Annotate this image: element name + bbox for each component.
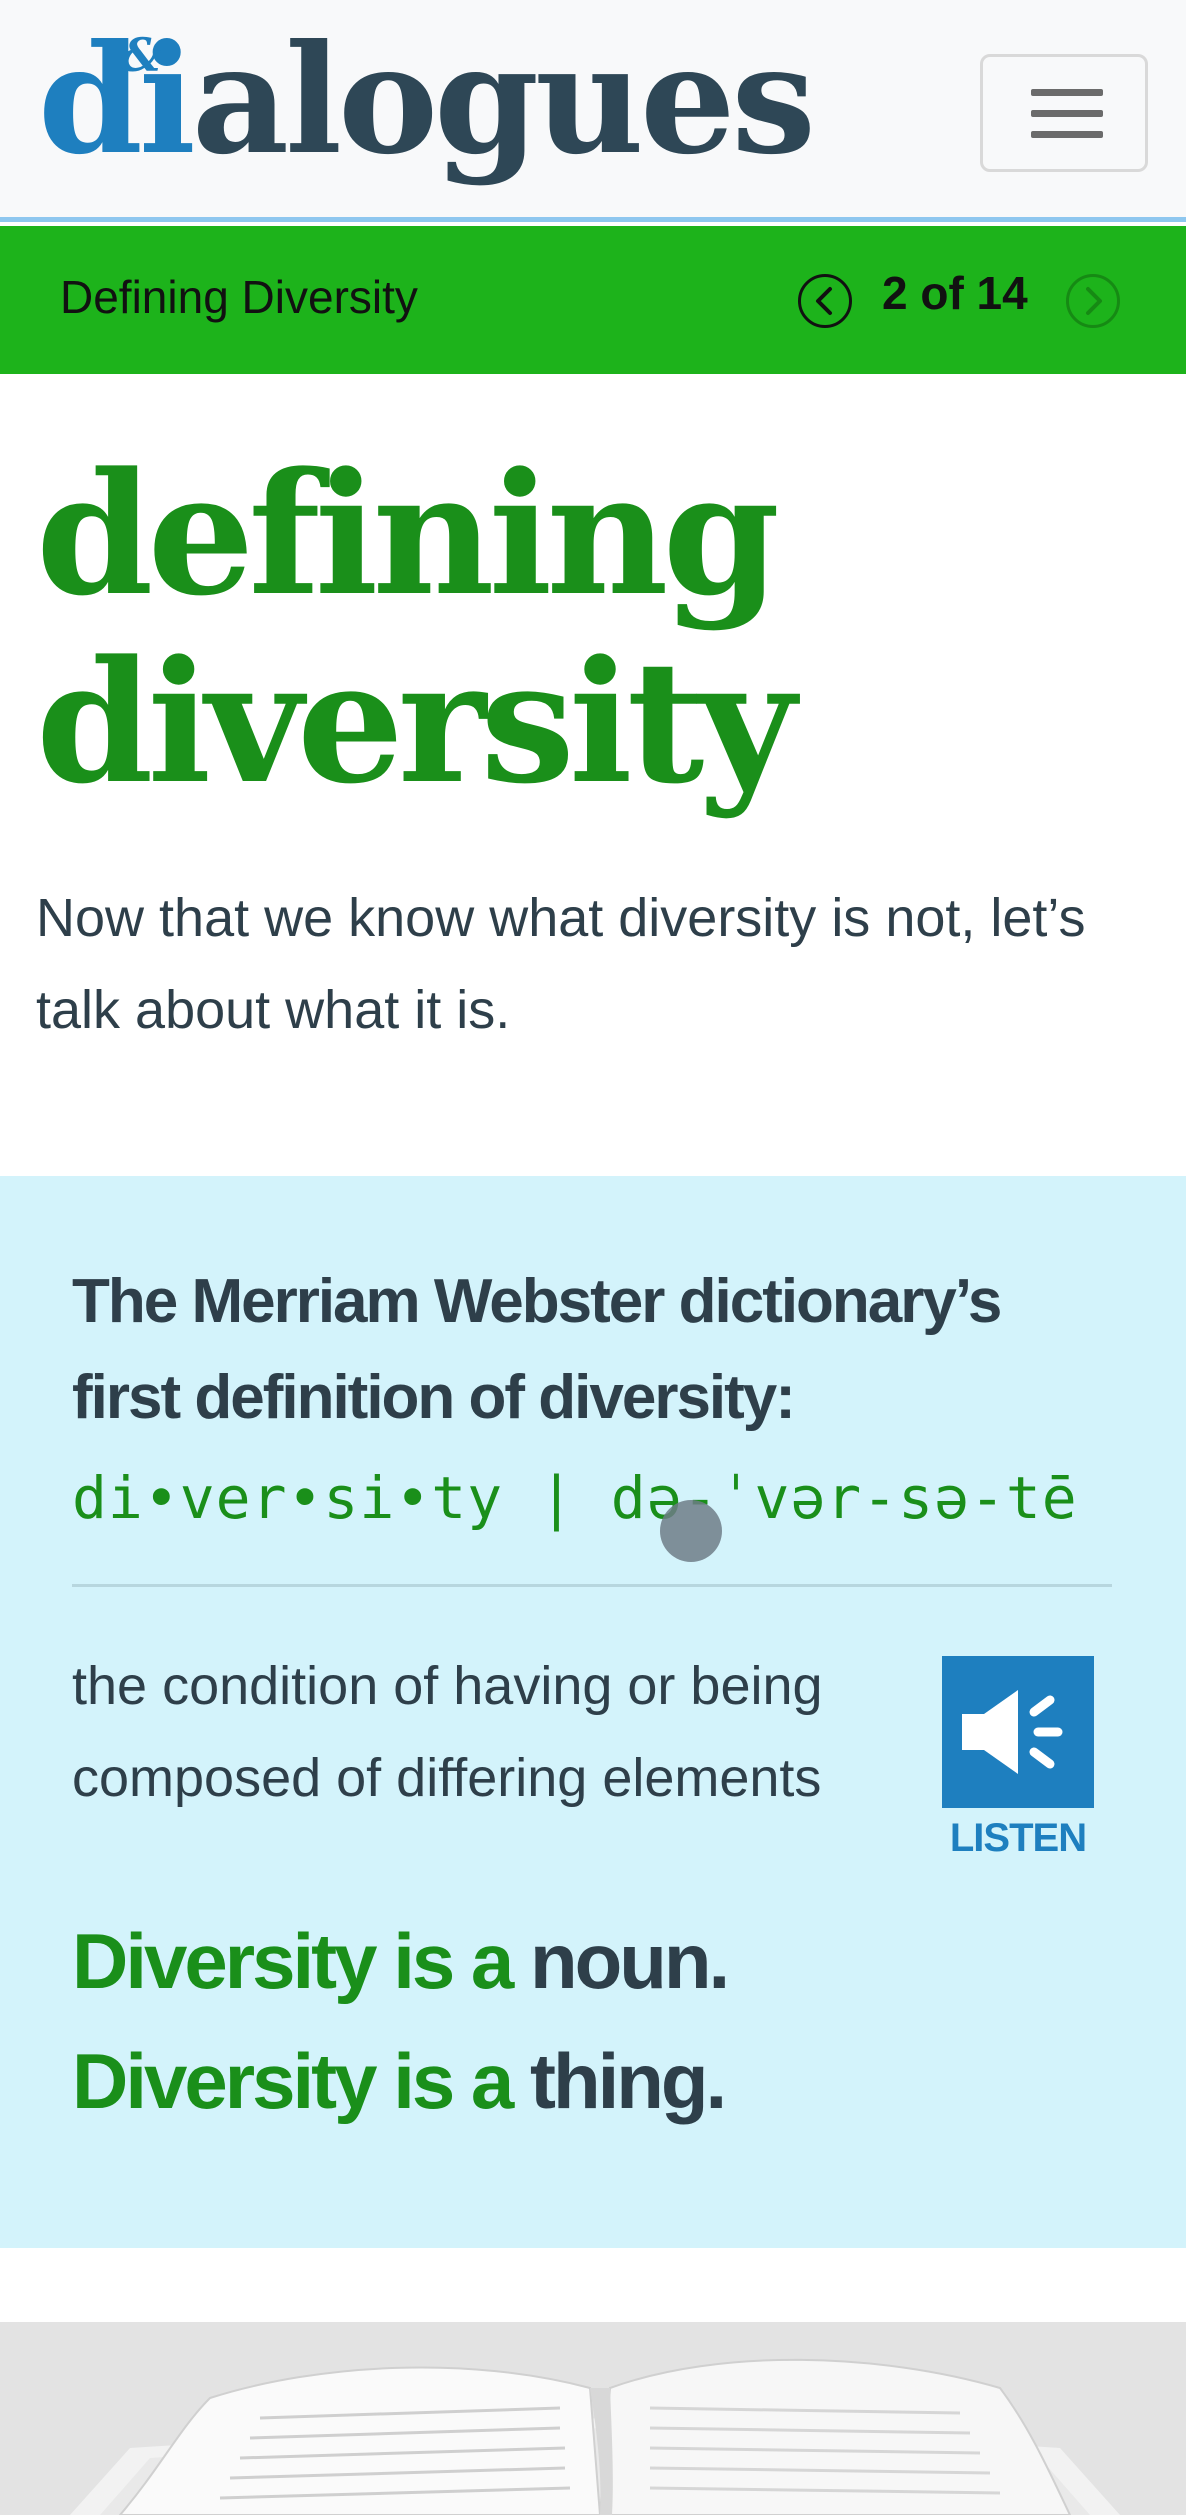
pos-2-lead: Diversity is a (72, 2037, 514, 2125)
logo-ampersand: & (120, 28, 161, 82)
pos-2-word: thing. (529, 2037, 727, 2125)
chevron-right-icon (1086, 287, 1102, 315)
open-book-illustration (70, 2358, 1120, 2515)
touch-cursor-indicator (660, 1500, 722, 1562)
hamburger-menu-icon-bar-3 (1031, 131, 1103, 138)
listen-label[interactable]: LISTEN (918, 1816, 1118, 1861)
speaker-icon (962, 1690, 1063, 1774)
next-page-button[interactable] (1066, 274, 1120, 328)
hamburger-menu-icon (1031, 89, 1103, 96)
definition-heading: The Merriam Webster dictionary’s first d… (72, 1267, 1002, 1432)
dialogues-logo[interactable]: dialogues & (38, 10, 816, 190)
listen-button[interactable] (942, 1656, 1094, 1808)
definition-panel: The Merriam Webster dictionary’s first d… (0, 1176, 1186, 2248)
page-heading-line-1: defining (36, 435, 780, 633)
site-header: dialogues & (0, 0, 1186, 222)
section-title: Defining Diversity (60, 271, 418, 323)
part-of-speech-line-thing: Diversity is a thing. (72, 2036, 727, 2127)
section-progress-bar: Defining Diversity 2 of 14 (0, 226, 1186, 374)
logo-rest: alogues (191, 12, 816, 188)
definition-text: the condition of having or being compose… (72, 1656, 823, 1808)
pos-1-lead: Diversity is a (72, 1917, 514, 2005)
page-count: 2 of 14 (882, 267, 1028, 319)
hamburger-menu-icon-bar-2 (1031, 110, 1103, 117)
page-heading-line-2: diversity (36, 623, 796, 821)
definition-divider (72, 1584, 1112, 1587)
part-of-speech-line-noun: Diversity is a noun. (72, 1916, 730, 2007)
open-book-image (0, 2248, 1186, 2515)
logo-di: di (38, 12, 196, 188)
menu-button[interactable] (980, 54, 1148, 172)
pronunciation: di•ver•si•ty | də-ˈvər-sə-tē (72, 1464, 1078, 1532)
page-heading: defining diversity (36, 440, 1136, 816)
chevron-left-icon (816, 287, 832, 315)
previous-page-button[interactable] (798, 274, 852, 328)
intro-text: Now that we know what diversity is not, … (36, 888, 1086, 1040)
pos-1-word: noun. (529, 1917, 730, 2005)
